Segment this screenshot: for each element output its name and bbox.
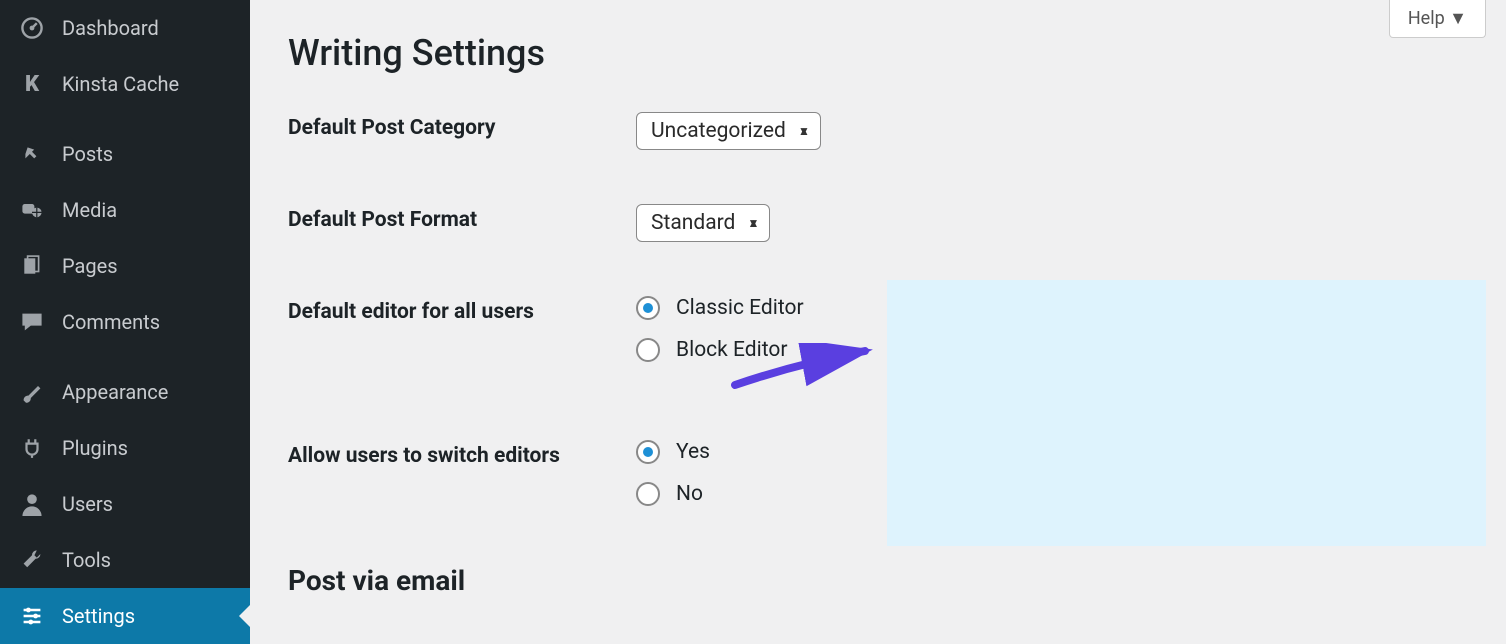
annotation-arrow-icon: [730, 343, 880, 393]
user-icon: [18, 490, 46, 518]
sidebar-item-label: Tools: [62, 548, 111, 572]
sliders-icon: [18, 602, 46, 630]
sidebar-item-kinsta-cache[interactable]: K Kinsta Cache: [0, 56, 250, 112]
admin-sidebar: Dashboard K Kinsta Cache Posts Media Pag…: [0, 0, 250, 637]
radio-label-yes: Yes: [676, 440, 710, 464]
sidebar-item-users[interactable]: Users: [0, 476, 250, 532]
default-post-category-label: Default Post Category: [288, 112, 636, 140]
sidebar-item-appearance[interactable]: Appearance: [0, 364, 250, 420]
sidebar-item-media[interactable]: Media: [0, 182, 250, 238]
media-icon: [18, 196, 46, 224]
kinsta-icon: K: [18, 70, 46, 98]
sidebar-item-comments[interactable]: Comments: [0, 294, 250, 350]
pages-icon: [18, 252, 46, 280]
comments-icon: [18, 308, 46, 336]
post-via-email-heading: Post via email: [250, 564, 1506, 597]
radio-allow-switch-yes[interactable]: [636, 440, 660, 464]
sidebar-item-settings[interactable]: Settings: [0, 588, 250, 644]
sidebar-item-posts[interactable]: Posts: [0, 126, 250, 182]
help-tab[interactable]: Help ▼: [1389, 0, 1486, 38]
sidebar-item-plugins[interactable]: Plugins: [0, 420, 250, 476]
radio-label-classic: Classic Editor: [676, 296, 804, 320]
sidebar-item-label: Plugins: [62, 436, 128, 460]
radio-classic-editor[interactable]: [636, 296, 660, 320]
sidebar-item-label: Posts: [62, 142, 113, 166]
page-title: Writing Settings: [250, 0, 1506, 74]
radio-allow-switch-no[interactable]: [636, 482, 660, 506]
settings-form: Default Post Category Uncategorized ▲▼ D…: [250, 74, 1506, 524]
wrench-icon: [18, 546, 46, 574]
sidebar-item-label: Users: [62, 492, 113, 516]
default-post-format-select[interactable]: Standard ▲▼: [636, 204, 770, 242]
radio-block-editor[interactable]: [636, 338, 660, 362]
sidebar-item-label: Media: [62, 198, 117, 222]
dashboard-icon: [18, 14, 46, 42]
sidebar-item-label: Appearance: [62, 380, 168, 404]
main-content: Help ▼ Writing Settings Default Post Cat…: [250, 0, 1506, 637]
default-post-format-label: Default Post Format: [288, 204, 636, 232]
chevron-down-icon: ▼: [1449, 8, 1467, 29]
sidebar-item-label: Dashboard: [62, 16, 159, 40]
allow-switch-label: Allow users to switch editors: [288, 440, 636, 468]
sidebar-item-label: Comments: [62, 310, 160, 334]
pin-icon: [18, 140, 46, 168]
sidebar-item-label: Pages: [62, 254, 118, 278]
sidebar-item-label: Kinsta Cache: [62, 72, 179, 96]
sidebar-item-pages[interactable]: Pages: [0, 238, 250, 294]
default-editor-label: Default editor for all users: [288, 296, 636, 324]
sidebar-item-label: Settings: [62, 604, 135, 628]
sidebar-item-dashboard[interactable]: Dashboard: [0, 0, 250, 56]
radio-label-no: No: [676, 482, 703, 506]
brush-icon: [18, 378, 46, 406]
default-post-category-select[interactable]: Uncategorized ▲▼: [636, 112, 821, 150]
sidebar-item-tools[interactable]: Tools: [0, 532, 250, 588]
plug-icon: [18, 434, 46, 462]
